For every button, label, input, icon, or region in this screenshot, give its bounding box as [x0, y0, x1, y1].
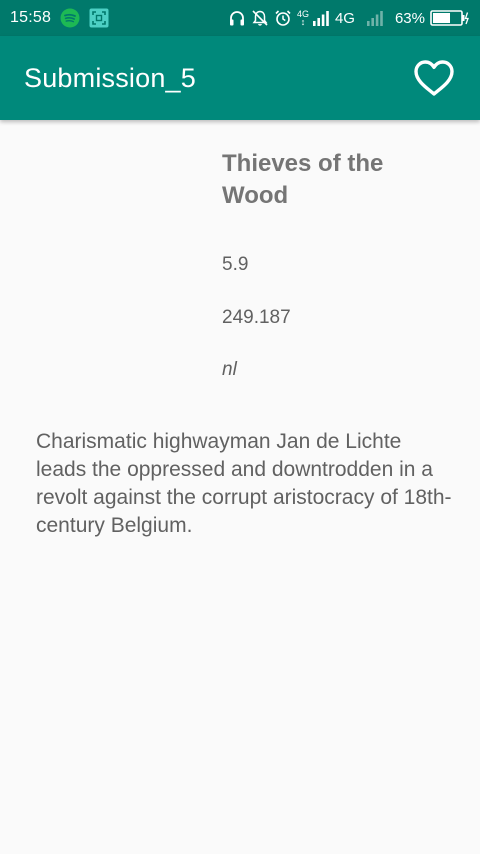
- app-bar: Submission_5: [0, 36, 480, 120]
- network-activity-arrows: ↕: [300, 17, 306, 27]
- battery-percent: 63%: [394, 9, 425, 27]
- headphones-icon: [228, 9, 246, 27]
- battery-icon: [430, 9, 470, 27]
- network-label: 4G: [334, 9, 355, 27]
- movie-overview: Charismatic highwayman Jan de Lichte lea…: [36, 430, 452, 537]
- notifications-off-icon: [251, 9, 269, 27]
- network-type-indicator: 4G ↕: [297, 10, 309, 27]
- heart-outline-icon: [413, 59, 455, 97]
- signal-weak-icon: [366, 10, 384, 26]
- signal-icon: [312, 10, 330, 26]
- movie-details: Thieves of the Wood 5.9 249.187 nl: [222, 148, 452, 380]
- movie-popularity: 249.187: [222, 307, 291, 328]
- favorite-button[interactable]: [410, 54, 458, 102]
- app-title: Submission_5: [24, 62, 196, 93]
- alarm-icon: [274, 9, 292, 27]
- movie-rating: 5.9: [222, 254, 249, 275]
- status-left: 15:58: [10, 8, 109, 28]
- status-right: 4G ↕ 4G 63%: [228, 9, 470, 27]
- status-time: 15:58: [10, 9, 52, 26]
- movie-title: Thieves of the Wood: [222, 150, 384, 209]
- spotify-icon: [60, 8, 80, 28]
- movie-language: nl: [222, 359, 237, 380]
- screenshot-icon: [89, 8, 109, 28]
- status-bar: 15:58 4G ↕ 4G 63%: [0, 0, 480, 36]
